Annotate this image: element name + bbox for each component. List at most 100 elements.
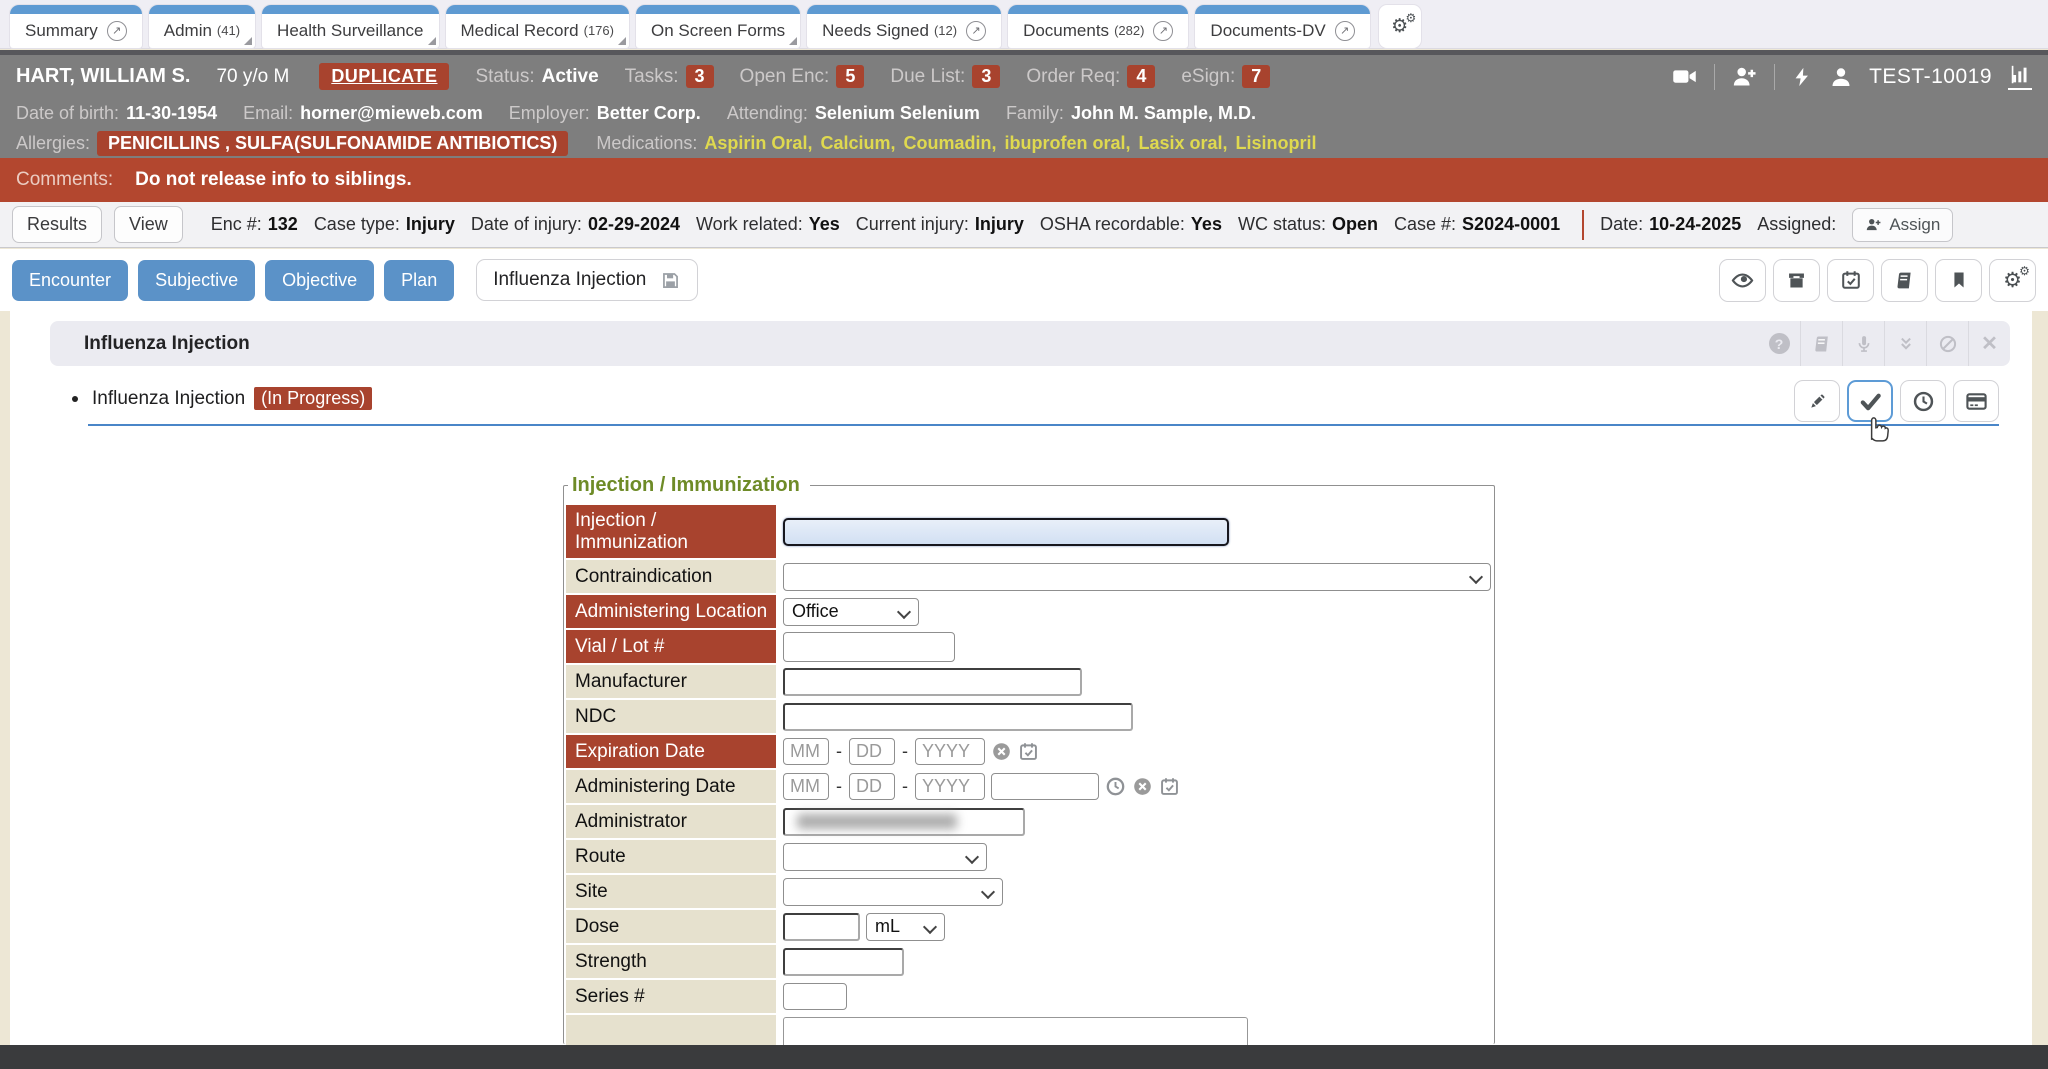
injection-immunization-input[interactable] <box>783 518 1229 546</box>
email-value: horner@mieweb.com <box>300 103 483 124</box>
archive-button[interactable] <box>1773 259 1820 302</box>
add-person-icon[interactable] <box>1731 63 1758 90</box>
mouse-cursor <box>1861 409 1895 443</box>
note-history-button[interactable] <box>1900 380 1946 422</box>
administering-month-input[interactable] <box>783 773 829 800</box>
site-select[interactable] <box>783 878 1003 906</box>
tab-summary[interactable]: Summary <box>10 5 142 48</box>
administering-day-input[interactable] <box>849 773 895 800</box>
medication-link[interactable]: ibuprofen oral, <box>1004 133 1130 154</box>
assigned-label: Assigned: <box>1757 214 1842 235</box>
comments-bar: Comments: Do not release info to sibling… <box>0 158 2048 202</box>
esign-count-badge[interactable]: 7 <box>1242 65 1270 88</box>
objective-button[interactable]: Objective <box>265 260 374 301</box>
expiration-year-input[interactable] <box>915 738 985 765</box>
bookmark-button[interactable] <box>1935 259 1982 302</box>
calendar-picker-icon[interactable] <box>1018 741 1039 762</box>
ndc-input[interactable] <box>783 703 1133 731</box>
tab-documents-dv[interactable]: Documents-DV <box>1195 5 1369 48</box>
billing-button[interactable] <box>1953 380 1999 422</box>
subjective-button[interactable]: Subjective <box>138 260 255 301</box>
video-call-icon[interactable] <box>1671 63 1698 90</box>
medication-link[interactable]: Aspirin Oral, <box>704 133 812 154</box>
settings-button[interactable] <box>1989 259 2036 302</box>
tab-settings-button[interactable] <box>1379 5 1421 48</box>
medication-link[interactable]: Calcium, <box>820 133 895 154</box>
series-number-input[interactable] <box>783 983 847 1010</box>
administering-time-input[interactable] <box>991 773 1099 800</box>
lightning-icon[interactable] <box>1791 65 1813 89</box>
plan-button[interactable]: Plan <box>384 260 454 301</box>
injection-form: Injection / Immunization Injection / Imm… <box>563 474 1495 1044</box>
external-link-icon <box>1335 21 1355 41</box>
open-enc-counter[interactable]: Open Enc: 5 <box>740 65 865 88</box>
administering-location-select[interactable]: Office <box>783 598 919 626</box>
manufacturer-input[interactable] <box>783 668 1082 696</box>
note-tab-influenza-injection[interactable]: Influenza Injection <box>476 259 698 301</box>
duplicate-badge[interactable]: DUPLICATE <box>319 63 449 90</box>
external-link-icon <box>1153 21 1173 41</box>
tab-needs-signed[interactable]: Needs Signed (12) <box>807 5 1001 48</box>
medication-link[interactable]: Lisinopril <box>1236 133 1317 154</box>
form-legend: Injection / Immunization <box>568 474 810 497</box>
administrator-input[interactable] <box>783 808 1025 836</box>
vial-lot-input[interactable] <box>783 632 955 662</box>
contraindication-select[interactable] <box>783 563 1491 591</box>
add-person-icon <box>1865 216 1882 233</box>
results-button[interactable]: Results <box>12 206 102 243</box>
clear-date-icon[interactable] <box>1132 776 1153 797</box>
close-button[interactable] <box>1968 321 2010 366</box>
form-row-strength: Strength <box>566 945 1494 978</box>
view-button[interactable]: View <box>114 206 183 243</box>
save-icon[interactable] <box>660 270 681 291</box>
tab-documents[interactable]: Documents (282) <box>1008 5 1188 48</box>
form-row-injection-immunization: Injection / Immunization <box>566 505 1494 558</box>
esign-counter[interactable]: eSign: 7 <box>1181 65 1270 88</box>
order-req-count-badge[interactable]: 4 <box>1127 65 1155 88</box>
administering-year-input[interactable] <box>915 773 985 800</box>
tab-medical-record[interactable]: Medical Record (176) <box>446 5 629 48</box>
help-button[interactable] <box>1758 321 1800 366</box>
due-list-count-badge[interactable]: 3 <box>972 65 1000 88</box>
knowledge-base-button[interactable] <box>1800 321 1842 366</box>
expiration-month-input[interactable] <box>783 738 829 765</box>
gears-icon <box>1391 17 1408 36</box>
encounter-button[interactable]: Encounter <box>12 260 128 301</box>
due-list-counter[interactable]: Due List: 3 <box>890 65 1000 88</box>
in-progress-badge: (In Progress) <box>254 387 372 410</box>
collapse-button[interactable] <box>1884 321 1926 366</box>
order-req-counter[interactable]: Order Req: 4 <box>1026 65 1155 88</box>
calendar-button[interactable] <box>1827 259 1874 302</box>
person-icon[interactable] <box>1829 65 1853 89</box>
book-icon <box>1812 334 1832 354</box>
medication-link[interactable]: Lasix oral, <box>1138 133 1227 154</box>
dose-input[interactable] <box>783 913 860 941</box>
reference-book-button[interactable] <box>1881 259 1928 302</box>
family-value: John M. Sample, M.D. <box>1071 103 1256 124</box>
allergies-badge[interactable]: PENICILLINS , SULFA(SULFONAMIDE ANTIBIOT… <box>97 131 568 156</box>
osha-recordable: OSHA recordable:Yes <box>1040 214 1222 235</box>
assign-button[interactable]: Assign <box>1852 208 1953 242</box>
strength-input[interactable] <box>783 948 904 976</box>
tab-admin[interactable]: Admin (41) <box>149 5 255 48</box>
tasks-counter[interactable]: Tasks: 3 <box>625 65 714 88</box>
disable-button[interactable] <box>1926 321 1968 366</box>
edit-note-button[interactable] <box>1794 380 1840 422</box>
encounter-info-bar: Results View Enc #:132 Case type:Injury … <box>0 202 2048 248</box>
employer-value: Better Corp. <box>597 103 701 124</box>
route-select[interactable] <box>783 843 987 871</box>
tab-on-screen-forms[interactable]: On Screen Forms <box>636 5 800 48</box>
tab-health-surveillance[interactable]: Health Surveillance <box>262 5 438 48</box>
calendar-picker-icon[interactable] <box>1159 776 1180 797</box>
medication-link[interactable]: Coumadin, <box>903 133 996 154</box>
note-item-title: Influenza Injection <box>92 388 245 410</box>
current-time-icon[interactable] <box>1105 776 1126 797</box>
dose-unit-select[interactable]: mL <box>866 913 945 941</box>
tasks-count-badge[interactable]: 3 <box>686 65 714 88</box>
expiration-day-input[interactable] <box>849 738 895 765</box>
dictation-button[interactable] <box>1842 321 1884 366</box>
clear-date-icon[interactable] <box>991 741 1012 762</box>
open-enc-count-badge[interactable]: 5 <box>836 65 864 88</box>
chart-icon[interactable] <box>2008 64 2032 90</box>
view-visibility-button[interactable] <box>1719 259 1766 302</box>
